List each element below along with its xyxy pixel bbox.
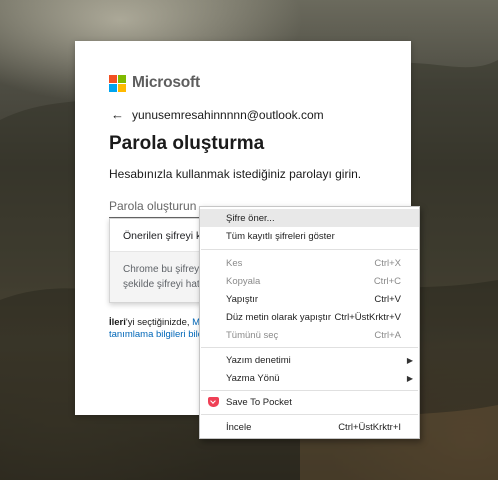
- menu-item-paste[interactable]: Yapıştır Ctrl+V: [200, 290, 419, 308]
- menu-separator: [201, 390, 418, 391]
- legal-notice: İleri'yi seçtiğinizde, Mi tanımlama bilg…: [109, 317, 203, 341]
- back-arrow-icon[interactable]: ←: [111, 107, 124, 122]
- submenu-arrow-icon: ▶: [406, 355, 413, 365]
- page-description: Hesabınızla kullanmak istediğiniz parola…: [109, 167, 362, 181]
- microsoft-logo: Microsoft: [109, 74, 200, 92]
- menu-item-copy[interactable]: Kopyala Ctrl+C: [200, 272, 419, 290]
- menu-item-show-saved-passwords[interactable]: Tüm kayıtlı şifreleri göster: [200, 227, 419, 245]
- context-menu: Şifre öner... Tüm kayıtlı şifreleri göst…: [199, 206, 420, 439]
- menu-separator: [201, 347, 418, 348]
- legal-bold: İleri: [109, 317, 126, 328]
- menu-item-inspect[interactable]: İncele Ctrl+ÜstKrktr+I: [200, 418, 419, 436]
- menu-item-save-to-pocket[interactable]: Save To Pocket: [200, 393, 419, 411]
- brand-name: Microsoft: [132, 74, 200, 91]
- menu-separator: [201, 414, 418, 415]
- submenu-arrow-icon: ▶: [406, 373, 413, 383]
- menu-separator: [201, 249, 418, 250]
- pocket-icon: [208, 397, 219, 407]
- menu-item-spell-check[interactable]: Yazım denetimi ▶: [200, 351, 419, 369]
- back-button[interactable]: ← yunusemresahinnnnn@outlook.com: [111, 107, 324, 122]
- menu-item-suggest-password[interactable]: Şifre öner...: [200, 209, 419, 227]
- page-title: Parola oluşturma: [109, 133, 265, 154]
- account-email: yunusemresahinnnnn@outlook.com: [132, 107, 324, 122]
- menu-item-paste-plain-text[interactable]: Düz metin olarak yapıştır Ctrl+ÜstKrktr+…: [200, 308, 419, 326]
- legal-link-cookies[interactable]: tanımlama bilgileri bild: [109, 329, 203, 340]
- microsoft-logo-icon: [109, 74, 126, 92]
- legal-text: 'yi seçtiğinizde,: [125, 317, 190, 328]
- menu-item-writing-direction[interactable]: Yazma Yönü ▶: [200, 369, 419, 387]
- menu-item-select-all[interactable]: Tümünü seç Ctrl+A: [200, 326, 419, 344]
- menu-item-cut[interactable]: Kes Ctrl+X: [200, 254, 419, 272]
